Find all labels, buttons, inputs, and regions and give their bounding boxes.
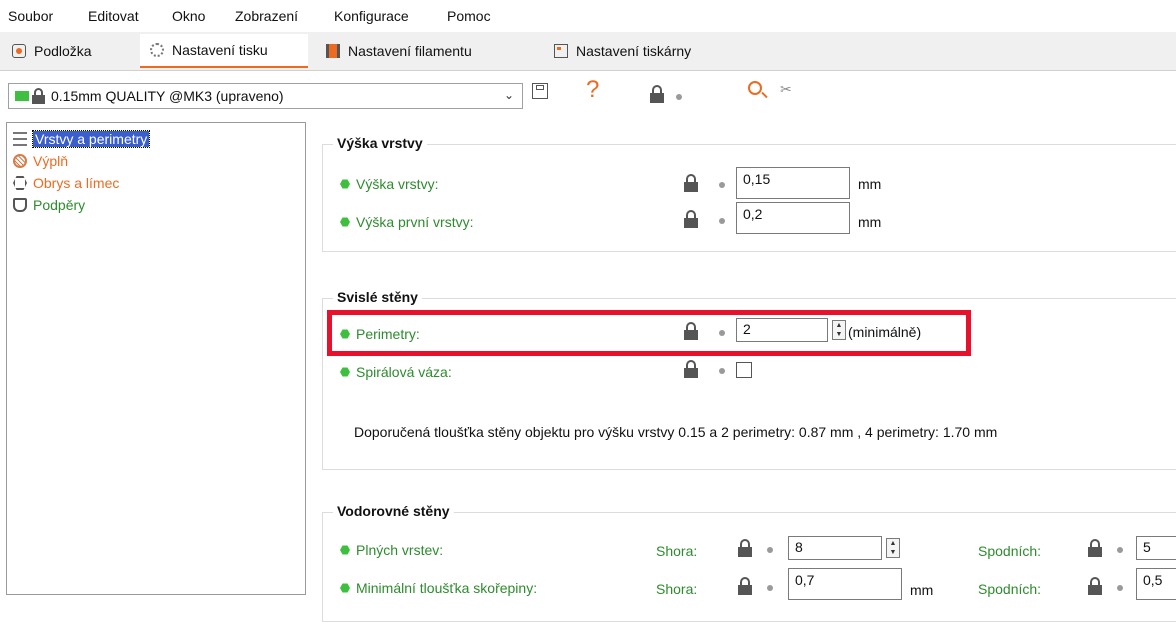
tab-label: Nastavení tisku: [172, 42, 268, 58]
bottom-solid-layers-input[interactable]: 5: [1136, 536, 1176, 560]
dot-icon: [719, 182, 725, 188]
tree-item-obrys[interactable]: Obrys a límec: [13, 173, 119, 193]
printer-icon: [554, 44, 568, 58]
option-label: Plných vrstev:: [356, 542, 444, 558]
gear-icon: [150, 43, 164, 57]
lock-icon[interactable]: [1086, 577, 1104, 595]
lock-icon[interactable]: [736, 539, 754, 557]
top-solid-layers-input[interactable]: 8: [788, 536, 882, 560]
option-vyska-prvni-vrstvy: Výška první vrstvy:: [340, 214, 473, 230]
spiral-vase-checkbox[interactable]: [736, 362, 752, 378]
top-min-shell-input[interactable]: 0,7: [788, 568, 902, 600]
group-title: Svislé stěny: [333, 289, 422, 305]
option-label: Výška první vrstvy:: [356, 214, 474, 230]
wall-thickness-note: Doporučená tloušťka stěny objektu pro vý…: [354, 424, 998, 440]
lock-icon[interactable]: [736, 577, 754, 595]
tree-item-label: Vrstvy a perimetry: [31, 130, 151, 148]
lock-icon[interactable]: [1086, 539, 1104, 557]
tree-item-vypln[interactable]: Výplň: [13, 151, 68, 171]
lock-icon[interactable]: [682, 210, 700, 228]
dot-icon: [719, 368, 725, 374]
dot-icon: [676, 94, 682, 100]
simple-mode-icon: [340, 367, 350, 377]
menu-editovat[interactable]: Editovat: [88, 8, 139, 24]
dot-icon: [1117, 585, 1123, 591]
chevron-down-icon: ⌄: [503, 88, 514, 102]
tab-nastaveni-filamentu[interactable]: Nastavení filamentu: [316, 34, 530, 68]
tree-item-podpery[interactable]: Podpěry: [13, 195, 85, 215]
tab-label: Nastavení tiskárny: [576, 43, 692, 59]
settings-tree: Vrstvy a perimetry Výplň Obrys a límec P…: [6, 122, 306, 595]
settings-panel: Výška vrstvy Výška vrstvy: 0,15 mm Výška…: [306, 122, 1176, 622]
option-label: Výška vrstvy:: [356, 176, 439, 192]
bed-icon: [12, 44, 26, 58]
group-title: Výška vrstvy: [333, 135, 427, 151]
simple-mode-icon: [340, 217, 350, 227]
menu-pomoc[interactable]: Pomoc: [447, 8, 491, 24]
preset-bar: 0.15mm QUALITY @MK3 (upraveno) ⌄ ? ✂: [0, 71, 1176, 117]
flag-icon: [15, 91, 29, 101]
lock-icon[interactable]: [682, 360, 700, 378]
menu-okno[interactable]: Okno: [172, 8, 205, 24]
help-icon[interactable]: ?: [586, 76, 599, 104]
group-vodorovne-steny: Vodorovné stěny: [322, 503, 1176, 622]
tree-item-label: Obrys a límec: [33, 175, 120, 191]
preset-combo[interactable]: 0.15mm QUALITY @MK3 (upraveno) ⌄: [8, 83, 523, 109]
skirt-icon: [13, 176, 27, 190]
layers-icon: [13, 132, 27, 146]
support-icon: [13, 198, 27, 212]
spin-button[interactable]: ▲ ▼: [886, 538, 900, 558]
simple-mode-icon: [340, 583, 350, 593]
bottom-label: Spodních:: [978, 543, 1042, 559]
option-label: Spirálová váza:: [356, 364, 452, 380]
tree-item-label: Podpěry: [33, 197, 86, 213]
option-vyska-vrstvy: Výška vrstvy:: [340, 176, 438, 192]
tab-bar: Podložka Nastavení tisku Nastavení filam…: [0, 32, 1176, 71]
search-icon[interactable]: [748, 81, 768, 99]
simple-mode-icon: [340, 179, 350, 189]
tab-label: Nastavení filamentu: [348, 43, 472, 59]
first-layer-height-input[interactable]: 0,2: [736, 202, 850, 234]
option-plnych-vrstev: Plných vrstev:: [340, 542, 443, 558]
bottom-min-shell-input[interactable]: 0,5: [1136, 568, 1176, 600]
layer-height-input[interactable]: 0,15: [736, 167, 850, 199]
tab-podlozka[interactable]: Podložka: [2, 34, 136, 68]
option-min-tloustka-skorepiny: Minimální tloušťka skořepiny:: [340, 580, 537, 596]
menu-konfigurace[interactable]: Konfigurace: [334, 8, 409, 24]
simple-mode-icon: [340, 545, 350, 555]
group-title: Vodorovné stěny: [333, 503, 454, 519]
unit-label: mm: [910, 582, 934, 598]
compare-icon[interactable]: ✂: [780, 81, 792, 98]
tree-item-label: Výplň: [33, 153, 69, 169]
option-spiralova-vaza: Spirálová váza:: [340, 364, 452, 380]
preset-name: 0.15mm QUALITY @MK3 (upraveno): [51, 88, 284, 104]
tab-nastaveni-tiskarny[interactable]: Nastavení tiskárny: [544, 34, 740, 68]
lock-icon: [31, 88, 47, 104]
menu-bar: Soubor Editovat Okno Zobrazení Konfigura…: [0, 0, 1176, 32]
dot-icon: [719, 218, 725, 224]
lock-icon[interactable]: [682, 174, 700, 192]
dot-icon: [767, 585, 773, 591]
menu-zobrazeni[interactable]: Zobrazení: [235, 8, 298, 24]
tree-item-vrstvy[interactable]: Vrstvy a perimetry: [13, 129, 151, 149]
save-icon[interactable]: [532, 83, 548, 99]
infill-icon: [13, 154, 27, 168]
filament-icon: [326, 44, 340, 58]
dot-icon: [1117, 547, 1123, 553]
highlight-box: [327, 310, 971, 356]
tab-label: Podložka: [34, 43, 92, 59]
menu-soubor[interactable]: Soubor: [8, 8, 53, 24]
lock-icon[interactable]: [648, 85, 666, 103]
unit-label: mm: [858, 176, 882, 192]
top-label: Shora:: [656, 543, 698, 559]
unit-label: mm: [858, 214, 882, 230]
option-label: Minimální tloušťka skořepiny:: [356, 580, 538, 596]
tab-nastaveni-tisku[interactable]: Nastavení tisku: [140, 34, 308, 68]
dot-icon: [767, 547, 773, 553]
